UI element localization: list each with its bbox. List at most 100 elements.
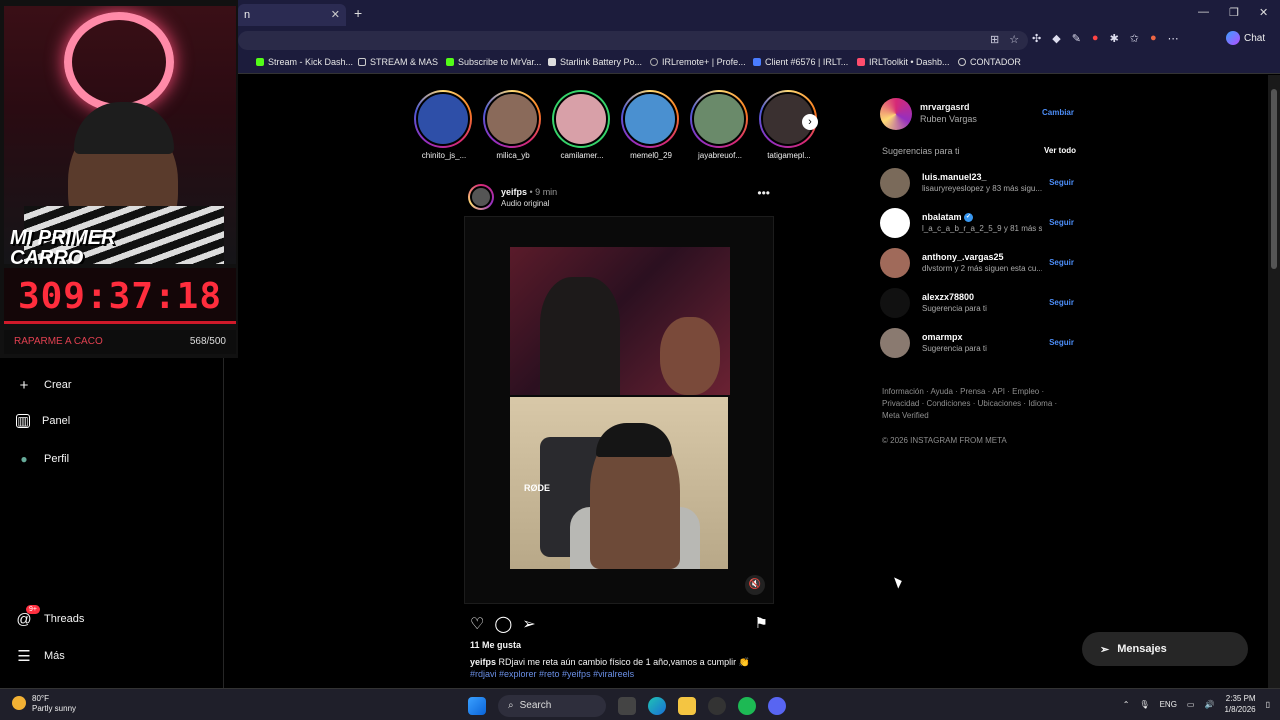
spotify-icon[interactable] bbox=[738, 697, 756, 715]
post-video[interactable]: RØDE 🔇 bbox=[464, 216, 774, 604]
more-options-icon[interactable]: ••• bbox=[757, 186, 770, 200]
my-avatar[interactable] bbox=[880, 98, 912, 130]
sidebar-item-threads[interactable]: @9+ Threads bbox=[16, 605, 84, 628]
volume-icon[interactable]: 🔊 bbox=[1204, 700, 1214, 709]
bookmark-icon[interactable]: ⚑ bbox=[755, 614, 768, 632]
suggestion-subtext: lisauryreyeslopez y 83 más sigu... bbox=[922, 184, 1042, 193]
mic-icon[interactable]: 🎙 bbox=[1139, 700, 1149, 709]
follow-button[interactable]: Seguir bbox=[1049, 258, 1074, 267]
favorite-star-icon[interactable]: ☆ bbox=[1009, 33, 1019, 46]
story-item[interactable]: jayabreuof... bbox=[690, 90, 750, 160]
switch-account-link[interactable]: Cambiar bbox=[1042, 108, 1074, 117]
puzzle-icon[interactable]: ✱ bbox=[1110, 32, 1119, 45]
share-icon[interactable]: ➢ bbox=[522, 614, 535, 634]
diamond-icon[interactable]: ◆ bbox=[1052, 32, 1060, 45]
sidebar-item-mas[interactable]: ☰ Más bbox=[16, 648, 65, 665]
favorites-icon[interactable]: ✩ bbox=[1130, 32, 1139, 45]
suggestion-username[interactable]: alexzx78800 bbox=[922, 292, 974, 302]
bookmark-item[interactable]: Stream - Kick Dash... bbox=[256, 57, 353, 67]
edge-icon[interactable] bbox=[648, 697, 666, 715]
chat-button[interactable]: Chat bbox=[1226, 31, 1265, 45]
windows-start-icon[interactable] bbox=[468, 697, 486, 715]
follow-button[interactable]: Seguir bbox=[1049, 178, 1074, 187]
extension-icon[interactable]: ✣ bbox=[1032, 32, 1041, 45]
scrollbar-thumb[interactable] bbox=[1271, 89, 1277, 269]
story-item[interactable]: milica_yb bbox=[483, 90, 543, 160]
maximize-button[interactable]: ❐ bbox=[1229, 6, 1239, 19]
like-icon[interactable]: ♡ bbox=[470, 614, 484, 634]
notifications-icon[interactable]: ▯ bbox=[1266, 700, 1270, 709]
my-username[interactable]: mrvargasrd bbox=[920, 102, 970, 112]
language-indicator[interactable]: ENG bbox=[1160, 700, 1177, 709]
minimize-button[interactable]: — bbox=[1198, 6, 1209, 18]
record-icon[interactable]: ● bbox=[1092, 32, 1099, 45]
like-count[interactable]: 11 Me gusta bbox=[470, 640, 521, 650]
suggestion-username[interactable]: luis.manuel23_ bbox=[922, 172, 987, 182]
overlay-caption: MI PRIMER CARRO bbox=[10, 227, 116, 264]
story-ring bbox=[483, 90, 541, 148]
new-tab-button[interactable]: + bbox=[354, 5, 362, 21]
sidebar-item-crear[interactable]: + Crear bbox=[16, 376, 72, 394]
follow-button[interactable]: Seguir bbox=[1049, 218, 1074, 227]
pen-icon[interactable]: ✎ bbox=[1072, 32, 1081, 45]
post-avatar[interactable] bbox=[468, 184, 494, 210]
follow-button[interactable]: Seguir bbox=[1049, 338, 1074, 347]
post-audio[interactable]: Audio original bbox=[501, 199, 549, 208]
obs-icon[interactable] bbox=[708, 697, 726, 715]
sidebar-item-perfil[interactable]: ● Perfil bbox=[16, 451, 69, 467]
discord-icon[interactable] bbox=[768, 697, 786, 715]
sidebar-item-panel[interactable]: ▥ Panel bbox=[16, 414, 70, 428]
taskbar-search[interactable]: ⌕ Search bbox=[498, 695, 606, 717]
weather-widget[interactable]: 80°F Partly sunny bbox=[12, 694, 76, 714]
chevron-up-icon[interactable]: ⌃ bbox=[1123, 700, 1130, 709]
story-item[interactable]: camilamer... bbox=[552, 90, 612, 160]
clock[interactable]: 2:35 PM 1/8/2026 bbox=[1224, 693, 1255, 715]
bookmark-label: IRLremote+ | Profe... bbox=[662, 57, 746, 67]
my-name: Ruben Vargas bbox=[920, 114, 977, 124]
suggestion-username[interactable]: anthony_.vargas25 bbox=[922, 252, 1004, 262]
bookmark-item[interactable]: Starlink Battery Po... bbox=[548, 57, 642, 67]
suggestion-avatar[interactable] bbox=[880, 208, 910, 238]
suggestion-avatar[interactable] bbox=[880, 168, 910, 198]
mute-icon[interactable]: 🔇 bbox=[745, 575, 765, 595]
caption-hashtags[interactable]: #rdjavi #explorer #reto #yeifps #viralre… bbox=[470, 669, 634, 679]
footer-links[interactable]: Información · Ayuda · Prensa · API · Emp… bbox=[882, 386, 1062, 422]
bookmark-item[interactable]: IRLToolkit • Dashb... bbox=[857, 57, 950, 67]
suggestion-username[interactable]: nbalatam ✓ bbox=[922, 212, 974, 223]
bookmark-item[interactable]: Client #6576 | IRLT... bbox=[753, 57, 848, 67]
close-window-button[interactable]: ✕ bbox=[1259, 6, 1268, 19]
bookmark-item[interactable]: IRLremote+ | Profe... bbox=[650, 57, 746, 67]
see-all-link[interactable]: Ver todo bbox=[1044, 146, 1076, 155]
caption-username[interactable]: yeifps bbox=[470, 657, 496, 667]
bookmark-item[interactable]: CONTADOR bbox=[958, 57, 1021, 67]
suggestion-avatar[interactable] bbox=[880, 248, 910, 278]
follow-button[interactable]: Seguir bbox=[1049, 298, 1074, 307]
suggestion-avatar[interactable] bbox=[880, 288, 910, 318]
notification-badge: 9+ bbox=[26, 605, 40, 614]
post-username[interactable]: yeifps bbox=[501, 187, 527, 197]
stories-next-button[interactable]: › bbox=[802, 114, 818, 130]
story-item[interactable]: chinito_js_... bbox=[414, 90, 474, 160]
address-field[interactable] bbox=[238, 31, 1028, 50]
messages-button[interactable]: ➢ Mensajes bbox=[1082, 632, 1248, 666]
bookmark-item[interactable]: STREAM & MAS bbox=[358, 57, 438, 67]
bookmark-label: IRLToolkit • Dashb... bbox=[869, 57, 950, 67]
comment-icon[interactable]: ◯ bbox=[494, 614, 512, 634]
search-icon: ⌕ bbox=[508, 700, 514, 711]
taskbar: 80°F Partly sunny ⌕ Search ⌃ 🎙 ENG ▭ 🔊 2:3… bbox=[0, 688, 1280, 720]
profile-icon[interactable]: ● bbox=[1150, 32, 1157, 45]
network-icon[interactable]: ▭ bbox=[1187, 700, 1195, 709]
close-tab-icon[interactable]: ✕ bbox=[331, 8, 340, 21]
file-explorer-icon[interactable] bbox=[678, 697, 696, 715]
plus-icon: + bbox=[19, 376, 29, 394]
task-view-icon[interactable] bbox=[618, 697, 636, 715]
bookmark-item[interactable]: Subscribe to MrVar... bbox=[446, 57, 541, 67]
browser-tab[interactable]: n ✕ bbox=[238, 4, 346, 26]
more-icon[interactable]: ⋯ bbox=[1168, 32, 1179, 45]
story-item[interactable]: memel0_29 bbox=[621, 90, 681, 160]
verified-icon: ✓ bbox=[964, 213, 974, 223]
apps-icon[interactable]: ⊞ bbox=[990, 33, 999, 46]
suggestion-username[interactable]: omarmpx bbox=[922, 332, 963, 342]
scrollbar[interactable] bbox=[1268, 75, 1280, 688]
suggestion-avatar[interactable] bbox=[880, 328, 910, 358]
